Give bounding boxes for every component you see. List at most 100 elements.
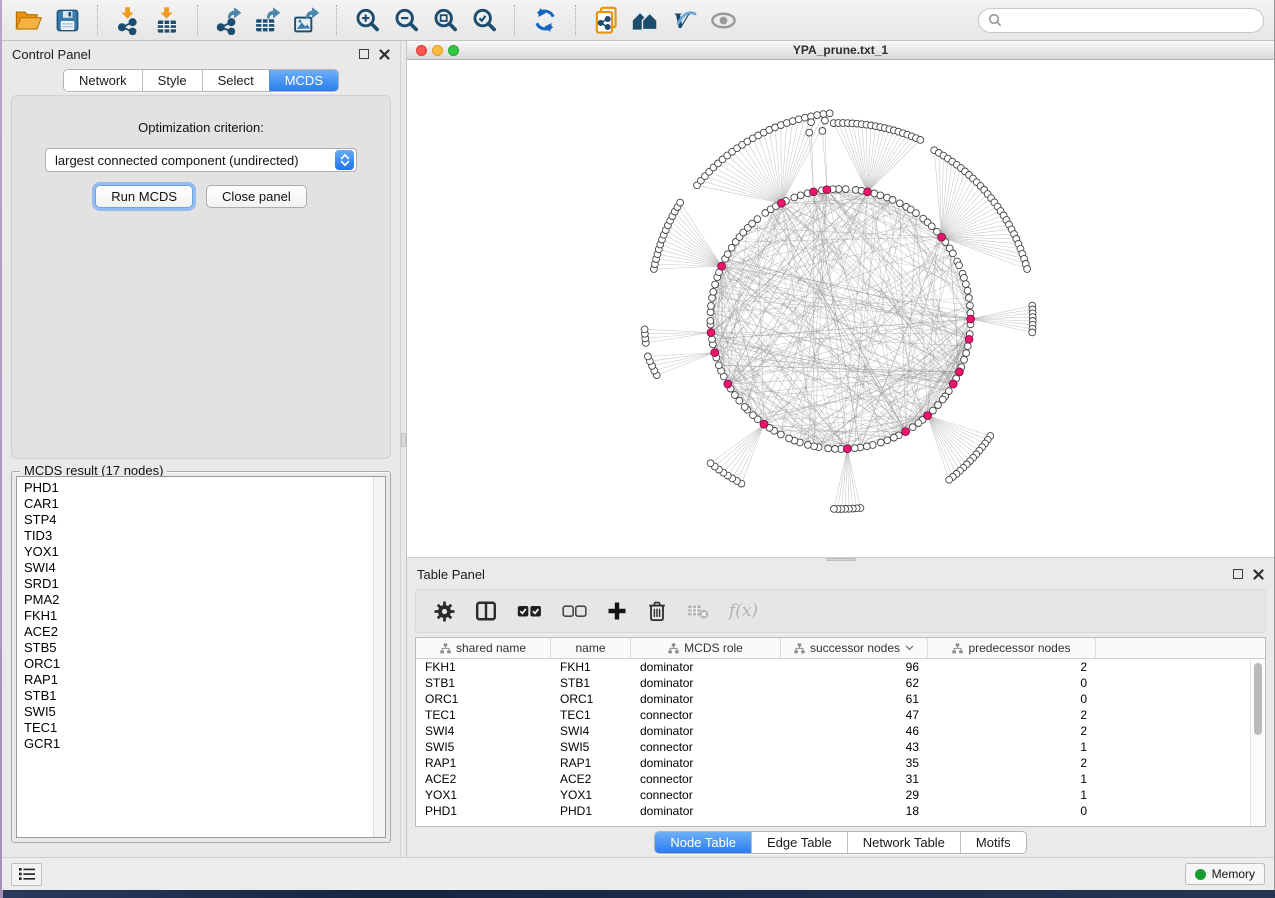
graph-node[interactable] — [1024, 266, 1031, 273]
graph-hub-node[interactable] — [902, 428, 910, 436]
graph-node[interactable] — [963, 350, 970, 357]
graph-node[interactable] — [710, 288, 717, 295]
first-neighbors-button[interactable] — [629, 4, 661, 36]
criterion-dropdown[interactable]: largest connected component (undirected) — [45, 148, 357, 172]
tab-node-table[interactable]: Node Table — [655, 832, 751, 853]
table-row[interactable]: ACE2ACE2connector311 — [416, 771, 1265, 787]
mcds-result-item[interactable]: FKH1 — [24, 608, 385, 624]
graph-node[interactable] — [863, 443, 870, 450]
graph-node[interactable] — [884, 437, 891, 444]
graph-node[interactable] — [949, 250, 956, 257]
select-all-icon[interactable] — [517, 603, 542, 619]
graph-node[interactable] — [641, 326, 648, 333]
window-close-icon[interactable] — [416, 45, 427, 56]
graph-node[interactable] — [877, 192, 884, 199]
close-panel-icon[interactable] — [379, 49, 390, 60]
network-canvas[interactable] — [407, 60, 1274, 557]
mcds-result-item[interactable]: SRD1 — [24, 576, 385, 592]
graph-node[interactable] — [1029, 329, 1036, 336]
close-panel-icon[interactable] — [1253, 569, 1264, 580]
graph-hub-node[interactable] — [711, 349, 719, 357]
mcds-result-item[interactable]: RAP1 — [24, 672, 385, 688]
zoom-in-button[interactable] — [351, 4, 383, 36]
splitter-grip[interactable] — [826, 558, 856, 561]
graph-node[interactable] — [715, 362, 722, 369]
graph-hub-node[interactable] — [949, 380, 957, 388]
mcds-result-item[interactable]: TEC1 — [24, 720, 385, 736]
tab-mcds[interactable]: MCDS — [269, 70, 338, 91]
graph-hub-node[interactable] — [924, 412, 932, 420]
column-header-successor-nodes[interactable]: successor nodes — [781, 638, 928, 658]
graph-node[interactable] — [961, 274, 968, 281]
mcds-result-item[interactable]: CAR1 — [24, 496, 385, 512]
graph-hub-node[interactable] — [718, 262, 726, 270]
float-panel-icon[interactable] — [1233, 569, 1243, 579]
graph-node[interactable] — [806, 129, 813, 136]
search-input[interactable] — [1007, 13, 1254, 28]
graph-node[interactable] — [709, 295, 716, 302]
graph-hub-node[interactable] — [956, 368, 964, 376]
task-history-button[interactable] — [11, 863, 42, 886]
graph-node[interactable] — [896, 200, 903, 207]
memory-button[interactable]: Memory — [1185, 863, 1265, 885]
graph-hub-node[interactable] — [938, 233, 946, 241]
tab-network-table[interactable]: Network Table — [847, 832, 960, 853]
vertical-splitter[interactable] — [400, 41, 407, 857]
graph-node[interactable] — [939, 396, 946, 403]
graph-node[interactable] — [964, 343, 971, 350]
table-row[interactable]: TEC1TEC1connector472 — [416, 707, 1265, 723]
graph-node[interactable] — [851, 445, 858, 452]
open-button[interactable] — [12, 4, 44, 36]
clone-network-button[interactable] — [590, 4, 622, 36]
graph-hub-node[interactable] — [967, 315, 975, 323]
graph-node[interactable] — [946, 476, 953, 483]
column-header-mcds-role[interactable]: MCDS role — [631, 638, 781, 658]
graph-node[interactable] — [832, 446, 839, 453]
mcds-result-item[interactable]: SWI4 — [24, 560, 385, 576]
zoom-out-button[interactable] — [390, 4, 422, 36]
add-row-icon[interactable] — [607, 601, 627, 621]
tab-motifs[interactable]: Motifs — [960, 832, 1026, 853]
column-header-name[interactable]: name — [551, 638, 631, 658]
table-settings-gear-icon[interactable] — [434, 601, 455, 622]
mcds-result-item[interactable]: PHD1 — [24, 480, 385, 496]
graph-node[interactable] — [741, 404, 748, 411]
export-table-button[interactable] — [251, 4, 283, 36]
graph-node[interactable] — [644, 353, 651, 360]
graph-node[interactable] — [707, 460, 714, 467]
mcds-result-item[interactable]: STP4 — [24, 512, 385, 528]
graph-hub-node[interactable] — [864, 188, 872, 196]
network-svg[interactable] — [407, 60, 1274, 557]
graph-node[interactable] — [820, 111, 827, 118]
zoom-selected-button[interactable] — [468, 4, 500, 36]
graph-node[interactable] — [961, 356, 968, 363]
float-panel-icon[interactable] — [359, 49, 369, 59]
tab-edge-table[interactable]: Edge Table — [751, 832, 847, 853]
graph-node[interactable] — [935, 402, 942, 409]
graph-hub-node[interactable] — [810, 188, 818, 196]
graph-node[interactable] — [966, 295, 973, 302]
graph-node[interactable] — [826, 110, 833, 117]
graph-node[interactable] — [786, 435, 793, 442]
graph-node[interactable] — [808, 119, 815, 126]
scrollbar-thumb[interactable] — [1254, 663, 1262, 735]
show-columns-icon[interactable] — [475, 600, 497, 622]
mcds-list-scrollbar[interactable] — [373, 477, 385, 837]
graph-hub-node[interactable] — [707, 329, 715, 337]
horizontal-splitter[interactable] — [407, 557, 1274, 561]
table-row[interactable]: PHD1PHD1dominator180 — [416, 803, 1265, 819]
run-mcds-button[interactable]: Run MCDS — [95, 185, 193, 208]
graph-node[interactable] — [819, 128, 826, 135]
table-scrollbar[interactable] — [1250, 659, 1265, 826]
mcds-result-item[interactable]: ORC1 — [24, 656, 385, 672]
graph-node[interactable] — [956, 262, 963, 269]
graph-node[interactable] — [736, 397, 743, 404]
table-row[interactable]: STB1STB1dominator620 — [416, 675, 1265, 691]
mcds-result-item[interactable]: PMA2 — [24, 592, 385, 608]
import-table-button[interactable] — [151, 4, 183, 36]
export-network-button[interactable] — [212, 4, 244, 36]
mcds-result-item[interactable]: STB1 — [24, 688, 385, 704]
table-row[interactable]: YOX1YOX1connector291 — [416, 787, 1265, 803]
graph-node[interactable] — [791, 194, 798, 201]
table-row[interactable]: FKH1FKH1dominator962 — [416, 659, 1265, 675]
